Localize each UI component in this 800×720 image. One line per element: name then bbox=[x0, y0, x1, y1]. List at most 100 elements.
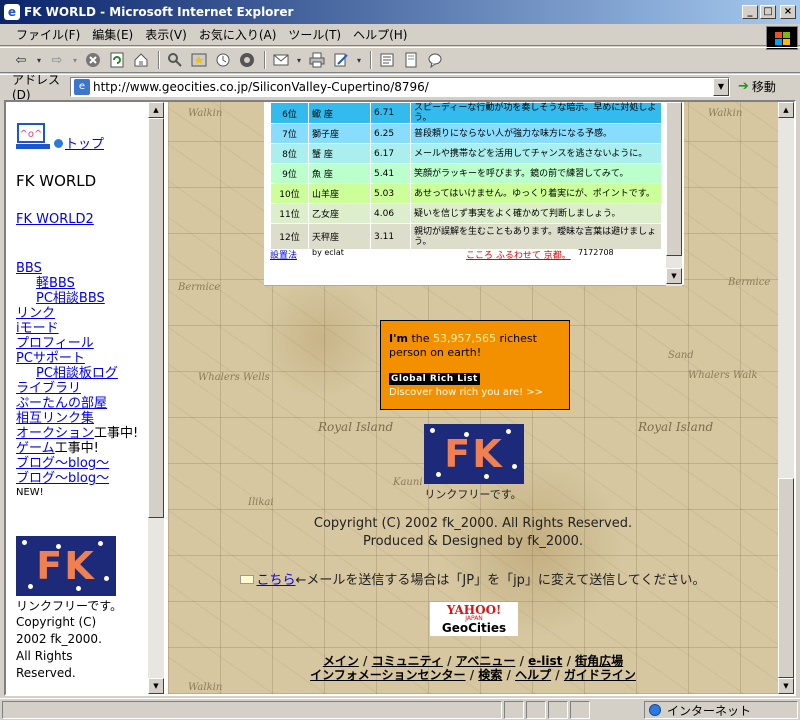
history-icon[interactable] bbox=[212, 50, 234, 70]
portal-link[interactable]: ガイドライン bbox=[564, 668, 636, 682]
nav-link[interactable]: リンク bbox=[16, 306, 55, 321]
rich-tail: richest bbox=[499, 332, 537, 345]
portal-link[interactable]: インフォメーションセンター bbox=[310, 668, 465, 682]
address-url[interactable]: http://www.geocities.co.jp/SiliconValley… bbox=[93, 80, 713, 94]
page-content: ^o^ トップ FK WORLD FK WORLD2 BBS 軽BBS PC相談BB… bbox=[4, 100, 796, 696]
mail-icon[interactable] bbox=[270, 50, 292, 70]
map-label: Walkin bbox=[708, 108, 743, 119]
top-link-block[interactable]: ^o^ トップ bbox=[16, 116, 146, 152]
mail-link[interactable]: こちら bbox=[256, 573, 295, 588]
menu-help[interactable]: ヘルプ(H) bbox=[347, 26, 413, 43]
author-credit: by eclat bbox=[312, 248, 344, 257]
left-copy-line: 2002 fk_2000. bbox=[16, 632, 102, 646]
horoscope-scrollbar[interactable]: ▼ bbox=[666, 102, 682, 286]
nav-link[interactable]: プロフィール bbox=[16, 336, 94, 351]
global-rich-list-banner[interactable]: I'm the 53,957,565 richest person on ear… bbox=[380, 320, 570, 410]
maximize-button[interactable]: □ bbox=[760, 5, 776, 19]
map-label: Walkin bbox=[188, 108, 223, 119]
mail-dropdown-icon[interactable]: ▾ bbox=[294, 50, 304, 70]
nav-link[interactable]: ライブラリ bbox=[16, 381, 81, 396]
mail-note-row: こちら←メールを送信する場合は「JP」を「jp」に変えて送信してください。 bbox=[168, 569, 778, 588]
page-icon: e bbox=[74, 78, 90, 95]
menu-view[interactable]: 表示(V) bbox=[139, 26, 193, 43]
media-icon[interactable] bbox=[236, 50, 258, 70]
main-scrollbar[interactable]: ▲ ▼ bbox=[778, 102, 794, 694]
promo-link[interactable]: こころ ふるわせて 京都。 bbox=[466, 248, 571, 261]
discuss-icon[interactable] bbox=[376, 50, 398, 70]
nav-link[interactable]: PC相談板ログ bbox=[36, 366, 118, 381]
search-icon[interactable] bbox=[164, 50, 186, 70]
link-separator: / bbox=[469, 668, 475, 682]
toolbar-separator bbox=[370, 51, 372, 69]
scroll-down-icon[interactable]: ▼ bbox=[778, 678, 794, 694]
scroll-up-icon[interactable]: ▲ bbox=[148, 102, 164, 118]
refresh-icon[interactable] bbox=[106, 50, 128, 70]
menu-favorites[interactable]: お気に入り(A) bbox=[193, 26, 283, 43]
home-icon[interactable] bbox=[130, 50, 152, 70]
close-button[interactable]: × bbox=[780, 5, 796, 19]
visit-counter: 7172708 bbox=[578, 248, 614, 257]
edit-dropdown-icon[interactable]: ▾ bbox=[354, 50, 364, 70]
fk-logo-small[interactable]: FK bbox=[16, 536, 116, 596]
menu-edit[interactable]: 編集(E) bbox=[86, 26, 139, 43]
horoscope-rank: 6位 bbox=[270, 102, 309, 124]
back-icon[interactable]: ⇦ bbox=[10, 50, 32, 70]
fk-logo-text: FK bbox=[36, 544, 96, 588]
world2-link[interactable]: FK WORLD2 bbox=[16, 212, 146, 227]
nav-link[interactable]: ブログ～blog～ bbox=[16, 456, 109, 471]
edit-icon[interactable] bbox=[330, 50, 352, 70]
portal-link[interactable]: ヘルプ bbox=[515, 668, 551, 682]
nav-link[interactable]: オークション bbox=[16, 426, 94, 441]
print-icon[interactable] bbox=[306, 50, 328, 70]
horoscope-msg: 親切が誤解を生むこともあります。曖昧な言葉は避けましょう。 bbox=[410, 223, 662, 250]
status-slot bbox=[504, 701, 524, 719]
back-dropdown-icon[interactable]: ▾ bbox=[34, 50, 44, 70]
horoscope-sign: 山羊座 bbox=[308, 183, 371, 204]
horoscope-score: 6.25 bbox=[370, 123, 411, 144]
horoscope-score: 5.03 bbox=[370, 183, 411, 204]
left-scrollbar[interactable]: ▲ ▼ bbox=[148, 102, 164, 694]
left-frame: ^o^ トップ FK WORLD FK WORLD2 BBS 軽BBS PC相談BB… bbox=[6, 102, 166, 694]
main-scroll-thumb[interactable] bbox=[778, 478, 794, 678]
horoscope-msg: 笑顔がラッキーを呼びます。鏡の前で練習してみて。 bbox=[410, 163, 662, 184]
toolbar: ⇦ ▾ ⇨ ▾ ▾ ▾ bbox=[0, 47, 800, 73]
messenger-icon[interactable] bbox=[424, 50, 446, 70]
portal-link[interactable]: 検索 bbox=[478, 668, 502, 682]
favorites-icon[interactable] bbox=[188, 50, 210, 70]
horoscope-footer: 設置法 by eclat こころ ふるわせて 京都。 7172708 bbox=[270, 248, 666, 262]
top-link[interactable]: トップ bbox=[65, 133, 104, 152]
nav-link[interactable]: 相互リンク集 bbox=[16, 411, 94, 426]
nav-link[interactable]: PCサポート bbox=[16, 351, 85, 366]
rich-discover[interactable]: Discover how rich you are! >> bbox=[389, 387, 561, 398]
nav-link[interactable]: iモード bbox=[16, 321, 59, 336]
minimize-button[interactable]: _ bbox=[742, 5, 758, 19]
scroll-down-icon[interactable]: ▼ bbox=[666, 268, 682, 284]
horoscope-scroll-thumb[interactable] bbox=[666, 102, 682, 256]
address-dropdown-icon[interactable]: ▼ bbox=[713, 77, 729, 96]
scroll-up-icon[interactable]: ▲ bbox=[778, 102, 794, 118]
forward-dropdown-icon[interactable]: ▾ bbox=[70, 50, 80, 70]
address-label: アドレス(D) bbox=[12, 73, 61, 102]
scroll-down-icon[interactable]: ▼ bbox=[148, 678, 164, 694]
new-label: NEW! bbox=[16, 487, 44, 498]
go-button[interactable]: ➔ 移動 bbox=[738, 78, 776, 95]
menu-file[interactable]: ファイル(F) bbox=[10, 26, 86, 43]
nav-link[interactable]: PC相談BBS bbox=[36, 291, 105, 306]
stop-icon[interactable] bbox=[82, 50, 104, 70]
nav-link[interactable]: ゲーム bbox=[16, 441, 55, 456]
menu-tools[interactable]: ツール(T) bbox=[282, 26, 347, 43]
horoscope-rank: 9位 bbox=[270, 163, 309, 184]
horoscope-sign: 魚 座 bbox=[308, 163, 371, 184]
nav-link[interactable]: 軽BBS bbox=[36, 276, 75, 291]
address-input[interactable]: e http://www.geocities.co.jp/SiliconVall… bbox=[70, 76, 730, 97]
print-preview-icon[interactable] bbox=[400, 50, 422, 70]
nav-item: リンク bbox=[16, 306, 146, 321]
yahoo-geocities-logo[interactable]: YAHOO! JAPAN GeoCities bbox=[430, 602, 518, 636]
nav-link[interactable]: ブログ～blog～ bbox=[16, 471, 109, 486]
forward-icon[interactable]: ⇨ bbox=[46, 50, 68, 70]
left-scroll-thumb[interactable] bbox=[148, 118, 164, 518]
nav-link[interactable]: ぷーたんの部屋 bbox=[16, 396, 107, 411]
nav-link[interactable]: BBS bbox=[16, 261, 42, 276]
fk-logo[interactable]: FK bbox=[424, 424, 524, 484]
install-link[interactable]: 設置法 bbox=[270, 248, 297, 261]
